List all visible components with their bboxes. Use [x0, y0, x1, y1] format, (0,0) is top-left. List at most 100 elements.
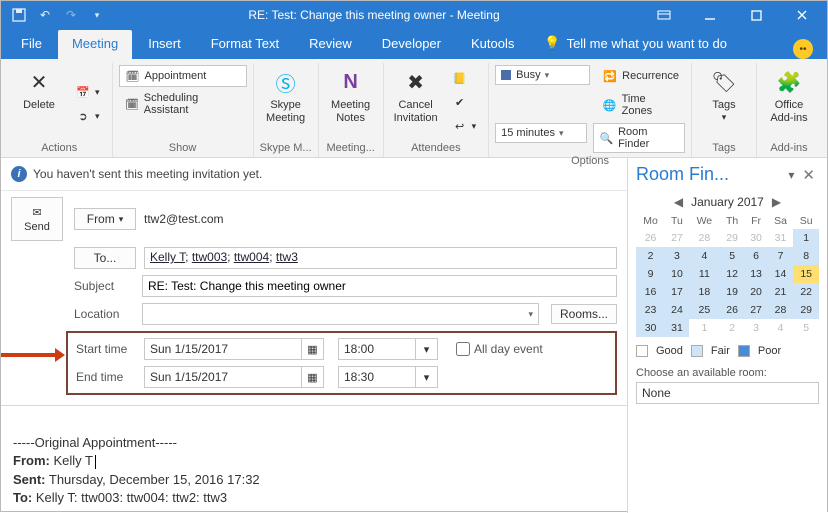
- cal-day[interactable]: 23: [636, 301, 665, 319]
- end-time-field[interactable]: 18:30▾: [338, 366, 438, 388]
- time-zones-button[interactable]: 🌐Time Zones: [596, 90, 685, 120]
- all-day-checkbox[interactable]: All day event: [456, 342, 543, 356]
- check-names-button[interactable]: ✔︎: [446, 91, 483, 113]
- cancel-icon: ✖︎: [401, 67, 431, 97]
- cal-day[interactable]: 13: [744, 265, 767, 283]
- rooms-button[interactable]: Rooms...: [551, 304, 617, 324]
- message-body[interactable]: -----Original Appointment----- From: Kel…: [1, 405, 627, 513]
- forward-button[interactable]: ➲▾: [69, 105, 106, 127]
- cal-day[interactable]: 7: [768, 247, 794, 265]
- cal-day[interactable]: 29: [720, 229, 744, 247]
- tab-developer[interactable]: Developer: [368, 30, 455, 59]
- feedback-smiley-icon[interactable]: ••: [793, 39, 813, 59]
- cal-day[interactable]: 5: [720, 247, 744, 265]
- subject-field[interactable]: [142, 275, 617, 297]
- start-date-field[interactable]: Sun 1/15/2017▦: [144, 338, 324, 360]
- end-date-field[interactable]: Sun 1/15/2017▦: [144, 366, 324, 388]
- cal-day[interactable]: 28: [689, 229, 720, 247]
- cal-day[interactable]: 29: [793, 301, 819, 319]
- cal-day[interactable]: 2: [636, 247, 665, 265]
- cal-day[interactable]: 1: [793, 229, 819, 247]
- copy-to-calendar-button[interactable]: 📅▾: [69, 81, 106, 103]
- tab-insert[interactable]: Insert: [134, 30, 195, 59]
- cal-day[interactable]: 4: [768, 319, 794, 337]
- cal-day[interactable]: 19: [720, 283, 744, 301]
- cal-day[interactable]: 10: [665, 265, 689, 283]
- delete-button[interactable]: ✕Delete: [13, 65, 65, 112]
- cal-day[interactable]: 11: [689, 265, 720, 283]
- tab-review[interactable]: Review: [295, 30, 366, 59]
- calendar-picker-icon[interactable]: ▦: [301, 367, 323, 387]
- cal-day[interactable]: 2: [720, 319, 744, 337]
- cal-day[interactable]: 20: [744, 283, 767, 301]
- cal-day[interactable]: 27: [665, 229, 689, 247]
- cal-day[interactable]: 31: [665, 319, 689, 337]
- cal-day[interactable]: 31: [768, 229, 794, 247]
- address-book-button[interactable]: 📒: [446, 67, 483, 89]
- cal-day[interactable]: 16: [636, 283, 665, 301]
- redo-icon[interactable]: ↷: [63, 7, 79, 23]
- cal-day[interactable]: 22: [793, 283, 819, 301]
- tags-button[interactable]: 🏷Tags▾: [698, 65, 750, 123]
- location-field[interactable]: ▾: [142, 303, 539, 325]
- start-time-field[interactable]: 18:00▾: [338, 338, 438, 360]
- dropdown-icon[interactable]: ▾: [415, 367, 437, 387]
- room-finder-button[interactable]: 🔍Room Finder: [593, 123, 685, 153]
- cal-day[interactable]: 8: [793, 247, 819, 265]
- pane-close-icon[interactable]: ✕: [798, 166, 819, 184]
- cal-day[interactable]: 3: [744, 319, 767, 337]
- cal-day[interactable]: 24: [665, 301, 689, 319]
- calendar-picker-icon[interactable]: ▦: [301, 339, 323, 359]
- cal-day[interactable]: 9: [636, 265, 665, 283]
- dropdown-icon[interactable]: ▾: [415, 339, 437, 359]
- minimize-icon[interactable]: [689, 1, 731, 29]
- maximize-icon[interactable]: [735, 1, 777, 29]
- recurrence-button[interactable]: 🔁Recurrence: [596, 65, 685, 87]
- cal-day[interactable]: 3: [665, 247, 689, 265]
- cal-day[interactable]: 12: [720, 265, 744, 283]
- tab-file[interactable]: File: [7, 30, 56, 59]
- office-addins-button[interactable]: 🧩Office Add-ins: [763, 65, 815, 124]
- reminder-dropdown[interactable]: 15 minutes▾: [495, 123, 587, 143]
- send-button[interactable]: ✉ Send: [11, 197, 63, 241]
- appointment-button[interactable]: 🗓Appointment: [119, 65, 247, 87]
- cal-day[interactable]: 5: [793, 319, 819, 337]
- cal-day[interactable]: 17: [665, 283, 689, 301]
- cancel-invitation-button[interactable]: ✖︎Cancel Invitation: [390, 65, 442, 124]
- cal-day[interactable]: 14: [768, 265, 794, 283]
- tell-me[interactable]: 💡Tell me what you want to do: [530, 29, 741, 59]
- cal-day[interactable]: 18: [689, 283, 720, 301]
- cal-day[interactable]: 26: [636, 229, 665, 247]
- prev-month-icon[interactable]: ◀: [674, 195, 683, 209]
- meeting-notes-button[interactable]: NMeeting Notes: [325, 65, 377, 124]
- pane-options-icon[interactable]: ▾: [788, 168, 794, 182]
- cal-day[interactable]: 21: [768, 283, 794, 301]
- cal-day[interactable]: 26: [720, 301, 744, 319]
- to-button[interactable]: To...: [74, 247, 136, 269]
- save-icon[interactable]: [11, 7, 27, 23]
- undo-icon[interactable]: ↶: [37, 7, 53, 23]
- close-icon[interactable]: [781, 1, 823, 29]
- tab-meeting[interactable]: Meeting: [58, 30, 132, 59]
- next-month-icon[interactable]: ▶: [772, 195, 781, 209]
- cal-day[interactable]: 1: [689, 319, 720, 337]
- tab-format-text[interactable]: Format Text: [197, 30, 293, 59]
- scheduling-assistant-button[interactable]: 🗓Scheduling Assistant: [119, 89, 247, 119]
- qat-more-icon[interactable]: ▾: [89, 7, 105, 23]
- cal-day[interactable]: 4: [689, 247, 720, 265]
- cal-day[interactable]: 30: [636, 319, 665, 337]
- to-field[interactable]: Kelly T; ttw003; ttw004; ttw3: [144, 247, 617, 269]
- tab-kutools[interactable]: Kutools: [457, 30, 528, 59]
- cal-day[interactable]: 25: [689, 301, 720, 319]
- cal-day[interactable]: 27: [744, 301, 767, 319]
- available-room-dropdown[interactable]: None: [636, 382, 819, 404]
- cal-day[interactable]: 28: [768, 301, 794, 319]
- cal-day[interactable]: 15: [793, 265, 819, 283]
- cal-day[interactable]: 6: [744, 247, 767, 265]
- show-as-dropdown[interactable]: Busy▾: [495, 65, 590, 85]
- cal-day[interactable]: 30: [744, 229, 767, 247]
- response-options-button[interactable]: ↩︎▾: [446, 115, 483, 137]
- from-button[interactable]: From▾: [74, 208, 136, 230]
- ribbon-options-icon[interactable]: [643, 1, 685, 29]
- skype-meeting-button[interactable]: ⓈSkype Meeting: [260, 65, 312, 124]
